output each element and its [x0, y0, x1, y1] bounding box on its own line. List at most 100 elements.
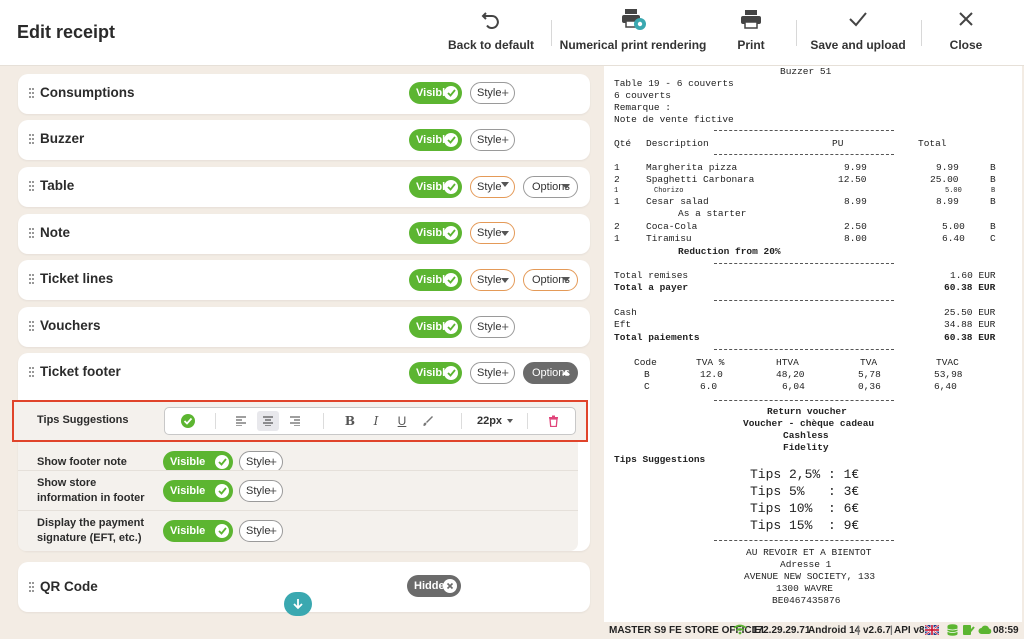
options-dropdown[interactable]: Options	[523, 362, 578, 384]
receipt-separator	[714, 130, 894, 131]
chevron-down-icon	[562, 184, 570, 189]
align-left-button[interactable]	[231, 408, 251, 434]
vat-cell: 48,20	[776, 369, 805, 380]
footer-item-label: Display the payment signature (EFT, etc.…	[37, 517, 144, 544]
visible-toggle[interactable]: Visible	[409, 176, 462, 198]
numerical-print-rendering-button[interactable]: Numerical print rendering	[560, 6, 706, 56]
vat-cell: 12.0	[700, 369, 723, 380]
style-button[interactable]: Style +	[470, 362, 515, 384]
style-button[interactable]: Style +	[239, 480, 283, 502]
check-icon	[444, 226, 458, 240]
visible-toggle[interactable]: Visible	[409, 269, 462, 291]
drag-handle-icon[interactable]	[29, 367, 35, 377]
line-total: 6.40	[942, 233, 965, 244]
check-icon	[444, 273, 458, 287]
options-dropdown[interactable]: Options	[523, 269, 578, 291]
italic-button[interactable]: I	[367, 408, 385, 434]
options-dropdown[interactable]: Options	[523, 176, 578, 198]
drag-handle-icon[interactable]	[29, 181, 35, 191]
tips-title: Tips Suggestions	[614, 454, 706, 465]
line-pu: 8.99	[844, 196, 867, 207]
vat-header: TVA	[860, 357, 878, 368]
vat-header: HTVA	[776, 357, 799, 368]
back-to-default-button[interactable]: Back to default	[448, 6, 534, 56]
receipt-separator	[714, 154, 894, 155]
uk-flag-icon[interactable]	[924, 624, 940, 638]
align-center-button[interactable]	[257, 411, 279, 431]
style-button[interactable]: Style +	[470, 129, 515, 151]
visible-toggle[interactable]: Visible	[409, 82, 462, 104]
style-button[interactable]: Style	[470, 176, 515, 198]
receipt-covers: 6 couverts	[614, 90, 672, 101]
section-name: Note	[40, 225, 70, 240]
print-button[interactable]: Print	[733, 6, 769, 56]
plus-icon: +	[269, 523, 277, 538]
drag-handle-icon[interactable]	[29, 228, 35, 238]
receipt-remark: Remarque :	[614, 102, 672, 113]
paint-brush-icon	[423, 416, 433, 426]
database-icon	[947, 624, 958, 639]
drag-handle-icon[interactable]	[29, 134, 35, 144]
vat-cell: 6,40	[934, 381, 957, 392]
style-button[interactable]: Style +	[470, 82, 515, 104]
style-button[interactable]: Style	[470, 222, 515, 244]
style-button[interactable]: Style +	[470, 316, 515, 338]
line-total: 9.99	[936, 162, 959, 173]
eft-label: Eft	[614, 319, 632, 330]
visible-toggle[interactable]: Visible	[409, 222, 462, 244]
drag-handle-icon[interactable]	[29, 582, 35, 592]
street-text: AVENUE NEW SOCIETY, 133	[744, 571, 876, 582]
save-and-upload-button[interactable]: Save and upload	[810, 6, 906, 56]
check-icon	[215, 484, 229, 498]
style-button[interactable]: Style	[470, 269, 515, 291]
chevron-down-icon	[501, 278, 509, 283]
section-name: Table	[40, 178, 75, 193]
line-code: B	[990, 196, 996, 207]
line-qty: 2	[614, 221, 620, 232]
line-qty: 1	[614, 233, 620, 244]
style-button[interactable]: Style +	[239, 520, 283, 542]
close-button[interactable]: Close	[950, 6, 982, 56]
bold-button[interactable]: B	[341, 408, 359, 434]
total-paiements-label: Total paiements	[614, 332, 700, 343]
page-title: Edit receipt	[17, 22, 116, 42]
payment-type: Voucher - chèque cadeau	[743, 418, 875, 429]
visible-toggle[interactable]: Visible	[409, 362, 462, 384]
plus-icon: +	[501, 319, 509, 334]
visibility-check-button[interactable]	[173, 408, 203, 434]
format-toolbar: B I U 22px	[164, 407, 576, 435]
scroll-down-button[interactable]	[284, 592, 312, 616]
check-icon	[215, 455, 229, 469]
visible-toggle[interactable]: Visible	[163, 480, 233, 502]
footer-item-label: Show footer note	[37, 456, 127, 468]
visible-toggle[interactable]: Visible	[163, 520, 233, 542]
receipt-separator	[714, 349, 894, 350]
underline-button[interactable]: U	[393, 408, 411, 434]
line-code: B	[990, 221, 996, 232]
drag-handle-icon[interactable]	[29, 88, 35, 98]
align-right-button[interactable]	[285, 408, 305, 434]
receipt-header-total: Total	[918, 138, 947, 149]
tip-line: Tips 15% : 9€	[750, 518, 860, 533]
section-card-table: Table Visible Style Options	[18, 167, 590, 207]
drag-handle-icon[interactable]	[29, 274, 35, 284]
visible-toggle[interactable]: Visible	[409, 129, 462, 151]
chevron-down-icon	[562, 277, 570, 282]
arrow-down-icon	[293, 599, 303, 610]
delete-button[interactable]	[543, 408, 563, 434]
total-remises-value: 1.60 EUR	[950, 270, 996, 281]
font-size-dropdown[interactable]: 22px	[475, 408, 515, 434]
color-picker-button[interactable]	[419, 408, 437, 434]
print-label: Print	[737, 38, 765, 52]
visible-toggle[interactable]: Visible	[409, 316, 462, 338]
android-version: Android 14	[808, 625, 861, 636]
drag-handle-icon[interactable]	[29, 321, 35, 331]
close-icon	[956, 6, 976, 32]
receipt-header-pu: PU	[832, 138, 844, 149]
vat-cell: C	[644, 381, 650, 392]
hidden-toggle[interactable]: Hidden	[407, 575, 461, 597]
check-icon	[444, 133, 458, 147]
receipt-separator	[714, 300, 894, 301]
check-icon	[444, 86, 458, 100]
city-text: 1300 WAVRE	[776, 583, 834, 594]
